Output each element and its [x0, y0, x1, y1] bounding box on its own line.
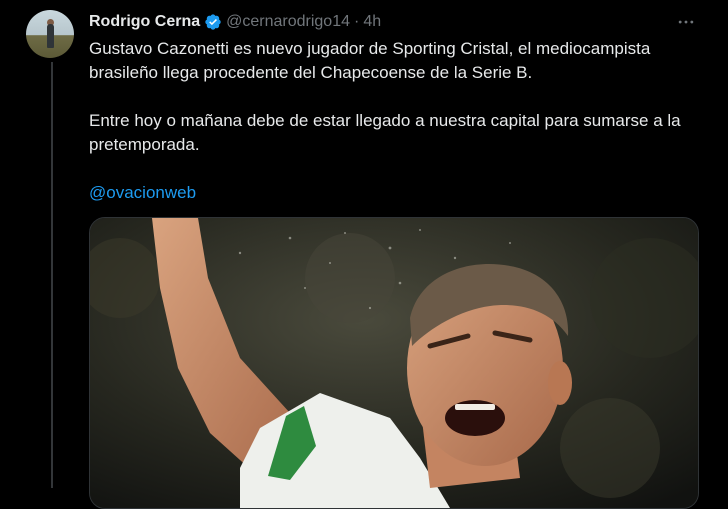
tweet-text: Gustavo Cazonetti es nuevo jugador de Sp…	[89, 37, 701, 205]
more-horizontal-icon[interactable]	[674, 12, 698, 32]
football-player-photo	[90, 218, 698, 508]
timestamp[interactable]: 4h	[363, 13, 381, 31]
thread-line	[51, 62, 53, 488]
separator-dot: ·	[354, 13, 360, 30]
verified-badge-icon[interactable]	[204, 13, 222, 31]
avatar-person-body	[47, 24, 54, 48]
user-handle[interactable]: @cernarodrigo14	[226, 13, 350, 31]
tweet-paragraph-2: Entre hoy o mañana debe de estar llegado…	[89, 111, 681, 154]
avatar[interactable]	[26, 10, 74, 58]
tweet-media-photo[interactable]	[89, 217, 699, 509]
mention-link[interactable]: @ovacionweb	[89, 181, 701, 205]
display-name[interactable]: Rodrigo Cerna	[89, 13, 200, 31]
tweet-header: Rodrigo Cerna @cernarodrigo14 · 4h	[89, 11, 381, 33]
tweet-paragraph-1: Gustavo Cazonetti es nuevo jugador de Sp…	[89, 39, 651, 82]
